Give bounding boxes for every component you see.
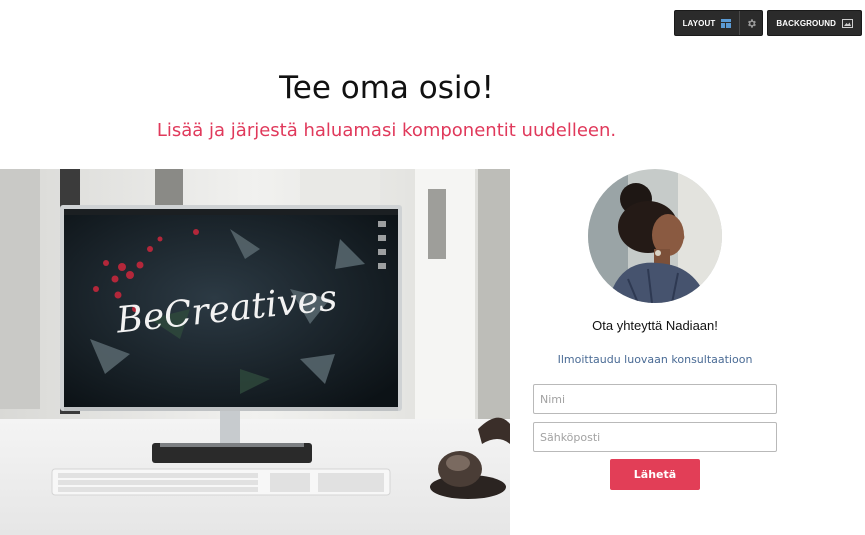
profile-photo	[588, 169, 722, 303]
layout-grid-icon	[721, 18, 732, 28]
name-field[interactable]	[533, 384, 777, 414]
contact-text: Ota yhteyttä Nadiaan!	[592, 318, 718, 333]
section-subtitle: Lisää ja järjestä haluamasi komponentit …	[156, 120, 617, 141]
image-icon	[842, 18, 853, 28]
consultation-link[interactable]: Ilmoittaudu luovaan konsultaatioon	[533, 353, 777, 366]
settings-button[interactable]	[740, 11, 762, 35]
hero-image: BeCreatives	[0, 169, 510, 535]
submit-button[interactable]: Lähetä	[610, 459, 700, 490]
background-button-label: BACKGROUND	[776, 18, 836, 28]
background-button-group: BACKGROUND	[767, 10, 862, 36]
section-title: Tee oma osio!	[279, 70, 494, 106]
gear-icon	[747, 18, 756, 28]
background-button[interactable]: BACKGROUND	[768, 11, 861, 35]
layout-button-group: LAYOUT	[673, 10, 764, 36]
desk-illustration: BeCreatives	[0, 169, 510, 535]
layout-button[interactable]: LAYOUT	[675, 11, 740, 35]
editor-toolbar: LAYOUT BACKGROUND	[673, 10, 862, 36]
layout-button-label: LAYOUT	[682, 18, 716, 28]
email-field[interactable]	[533, 422, 777, 452]
avatar	[588, 169, 722, 303]
